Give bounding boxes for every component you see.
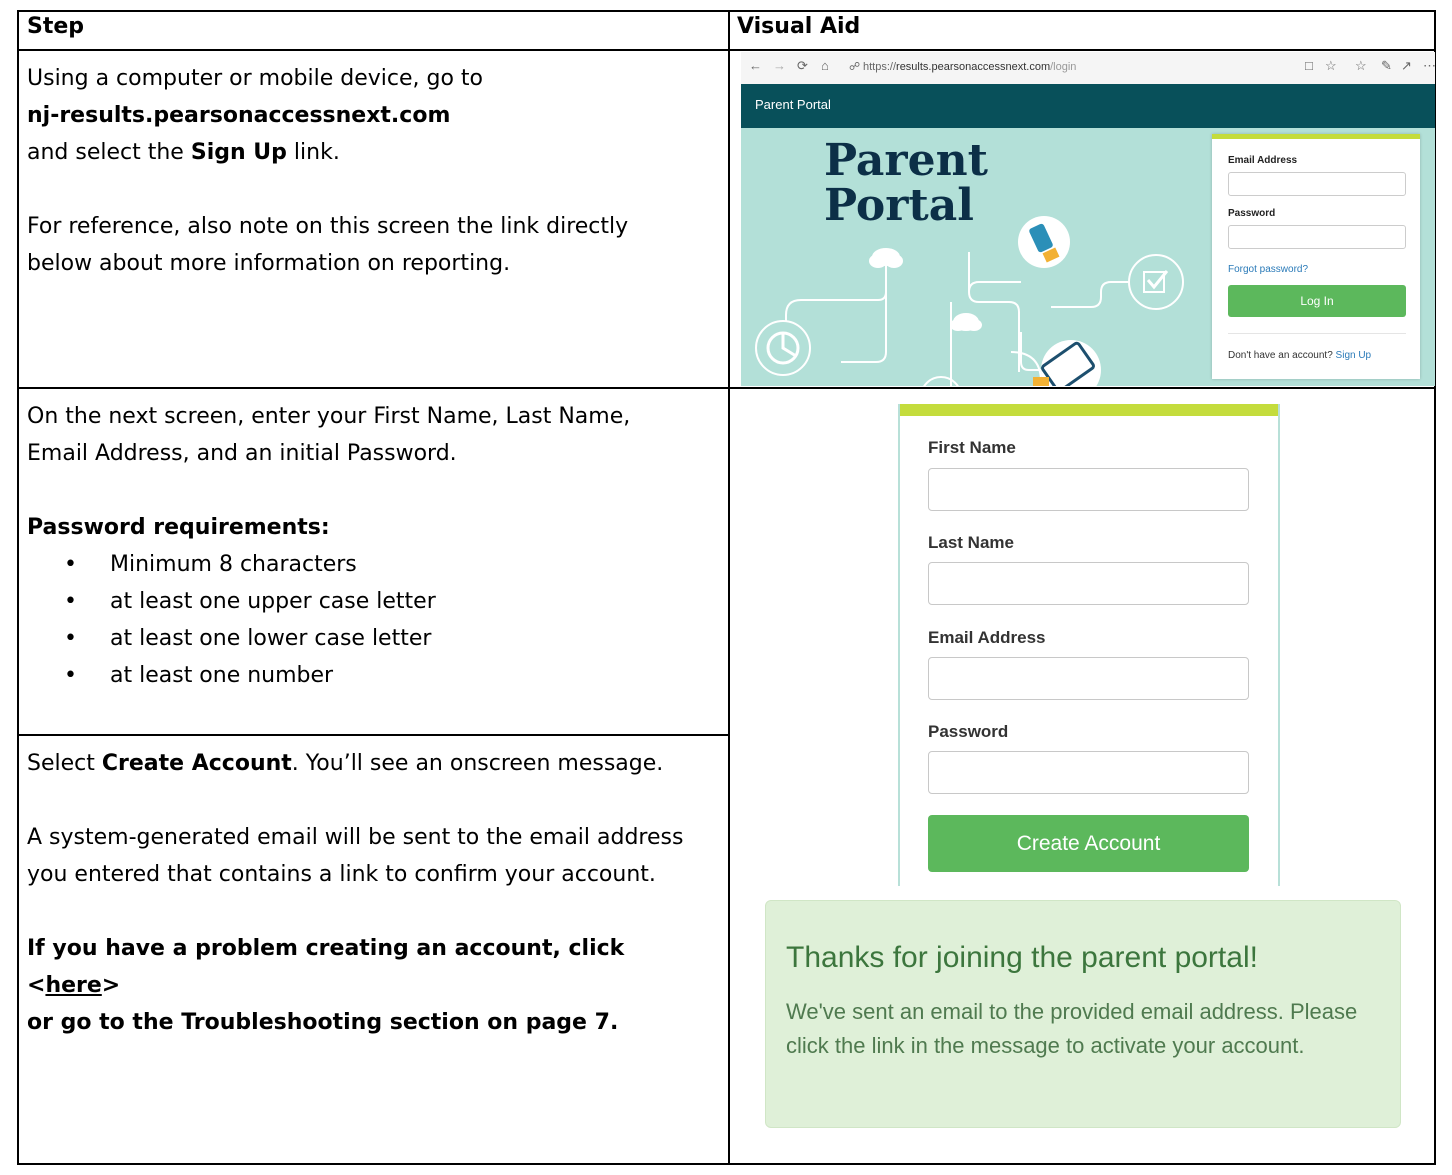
- table-border-row2-bottom: [17, 734, 729, 736]
- portal-big-title: Parent Portal: [824, 135, 988, 231]
- row3-problem: If you have a problem creating an accoun…: [27, 936, 625, 1035]
- row2-instructions: On the next screen, enter your First Nam…: [27, 398, 717, 694]
- header-visual-aid: Visual Aid: [737, 14, 861, 39]
- table-border-left: [17, 10, 19, 1165]
- create-account-form: First Name Last Name Email Address Passw…: [898, 404, 1280, 886]
- success-message-box: Thanks for joining the parent portal! We…: [765, 900, 1401, 1128]
- checkbox-circle-icon: [1128, 254, 1184, 310]
- form-accent-bar: [900, 404, 1278, 416]
- signup-link[interactable]: Sign Up: [1336, 350, 1372, 361]
- row1-line1: Using a computer or mobile device, go to: [27, 66, 484, 91]
- header-step: Step: [27, 14, 85, 39]
- email-address-input[interactable]: [928, 657, 1249, 700]
- row3-select: Select Create Account. You’ll see an ons…: [27, 751, 664, 776]
- email-label: Email Address: [1228, 155, 1298, 166]
- table-border-top: [17, 10, 1436, 12]
- last-name-input[interactable]: [928, 562, 1249, 605]
- signup-prompt: Don't have an account? Sign Up: [1228, 350, 1372, 361]
- here-link[interactable]: here: [45, 973, 101, 998]
- table-border-bottom: [17, 1163, 1436, 1165]
- password-req-item: Minimum 8 characters: [27, 546, 717, 583]
- password-label: Password: [1228, 208, 1276, 219]
- success-title: Thanks for joining the parent portal!: [786, 941, 1258, 974]
- last-name-label: Last Name: [928, 533, 1014, 552]
- success-body: We've sent an email to the provided emai…: [786, 999, 1358, 1058]
- login-button[interactable]: Log In: [1228, 285, 1406, 317]
- login-page-screenshot: ← → ⟳ ⌂ ☍ https://results.pearsonaccessn…: [741, 52, 1435, 386]
- password-req-item: at least one lower case letter: [27, 620, 717, 657]
- password-req-item: at least one upper case letter: [27, 583, 717, 620]
- login-email-input[interactable]: [1228, 172, 1406, 196]
- create-account-button[interactable]: Create Account: [928, 815, 1249, 872]
- divider: [1228, 333, 1406, 334]
- row1-url: nj-results.pearsonaccessnext.com: [27, 103, 451, 128]
- password-input[interactable]: [928, 751, 1249, 794]
- table-border-header-bottom: [17, 49, 1436, 51]
- row3-email-note: A system-generated email will be sent to…: [27, 825, 684, 887]
- password-requirements-list: Minimum 8 characters at least one upper …: [27, 546, 717, 694]
- row3-instructions: Select Create Account. You’ll see an ons…: [27, 745, 717, 1041]
- password-label: Password: [928, 722, 1009, 741]
- login-password-input[interactable]: [1228, 225, 1406, 249]
- row1-line3: and select the Sign Up link.: [27, 140, 340, 165]
- table-border-middle: [728, 10, 730, 1165]
- login-panel: Email Address Password Forgot password? …: [1212, 134, 1420, 379]
- row2-intro: On the next screen, enter your First Nam…: [27, 404, 631, 466]
- forgot-password-link[interactable]: Forgot password?: [1228, 264, 1308, 275]
- table-border-row1-bottom: [17, 387, 1436, 389]
- email-address-label: Email Address: [928, 628, 1046, 647]
- password-req-item: at least one number: [27, 657, 717, 694]
- row1-instructions: Using a computer or mobile device, go to…: [27, 60, 717, 282]
- first-name-label: First Name: [928, 438, 1016, 457]
- password-req-title: Password requirements:: [27, 515, 330, 540]
- first-name-input[interactable]: [928, 468, 1249, 511]
- row1-note: For reference, also note on this screen …: [27, 214, 629, 276]
